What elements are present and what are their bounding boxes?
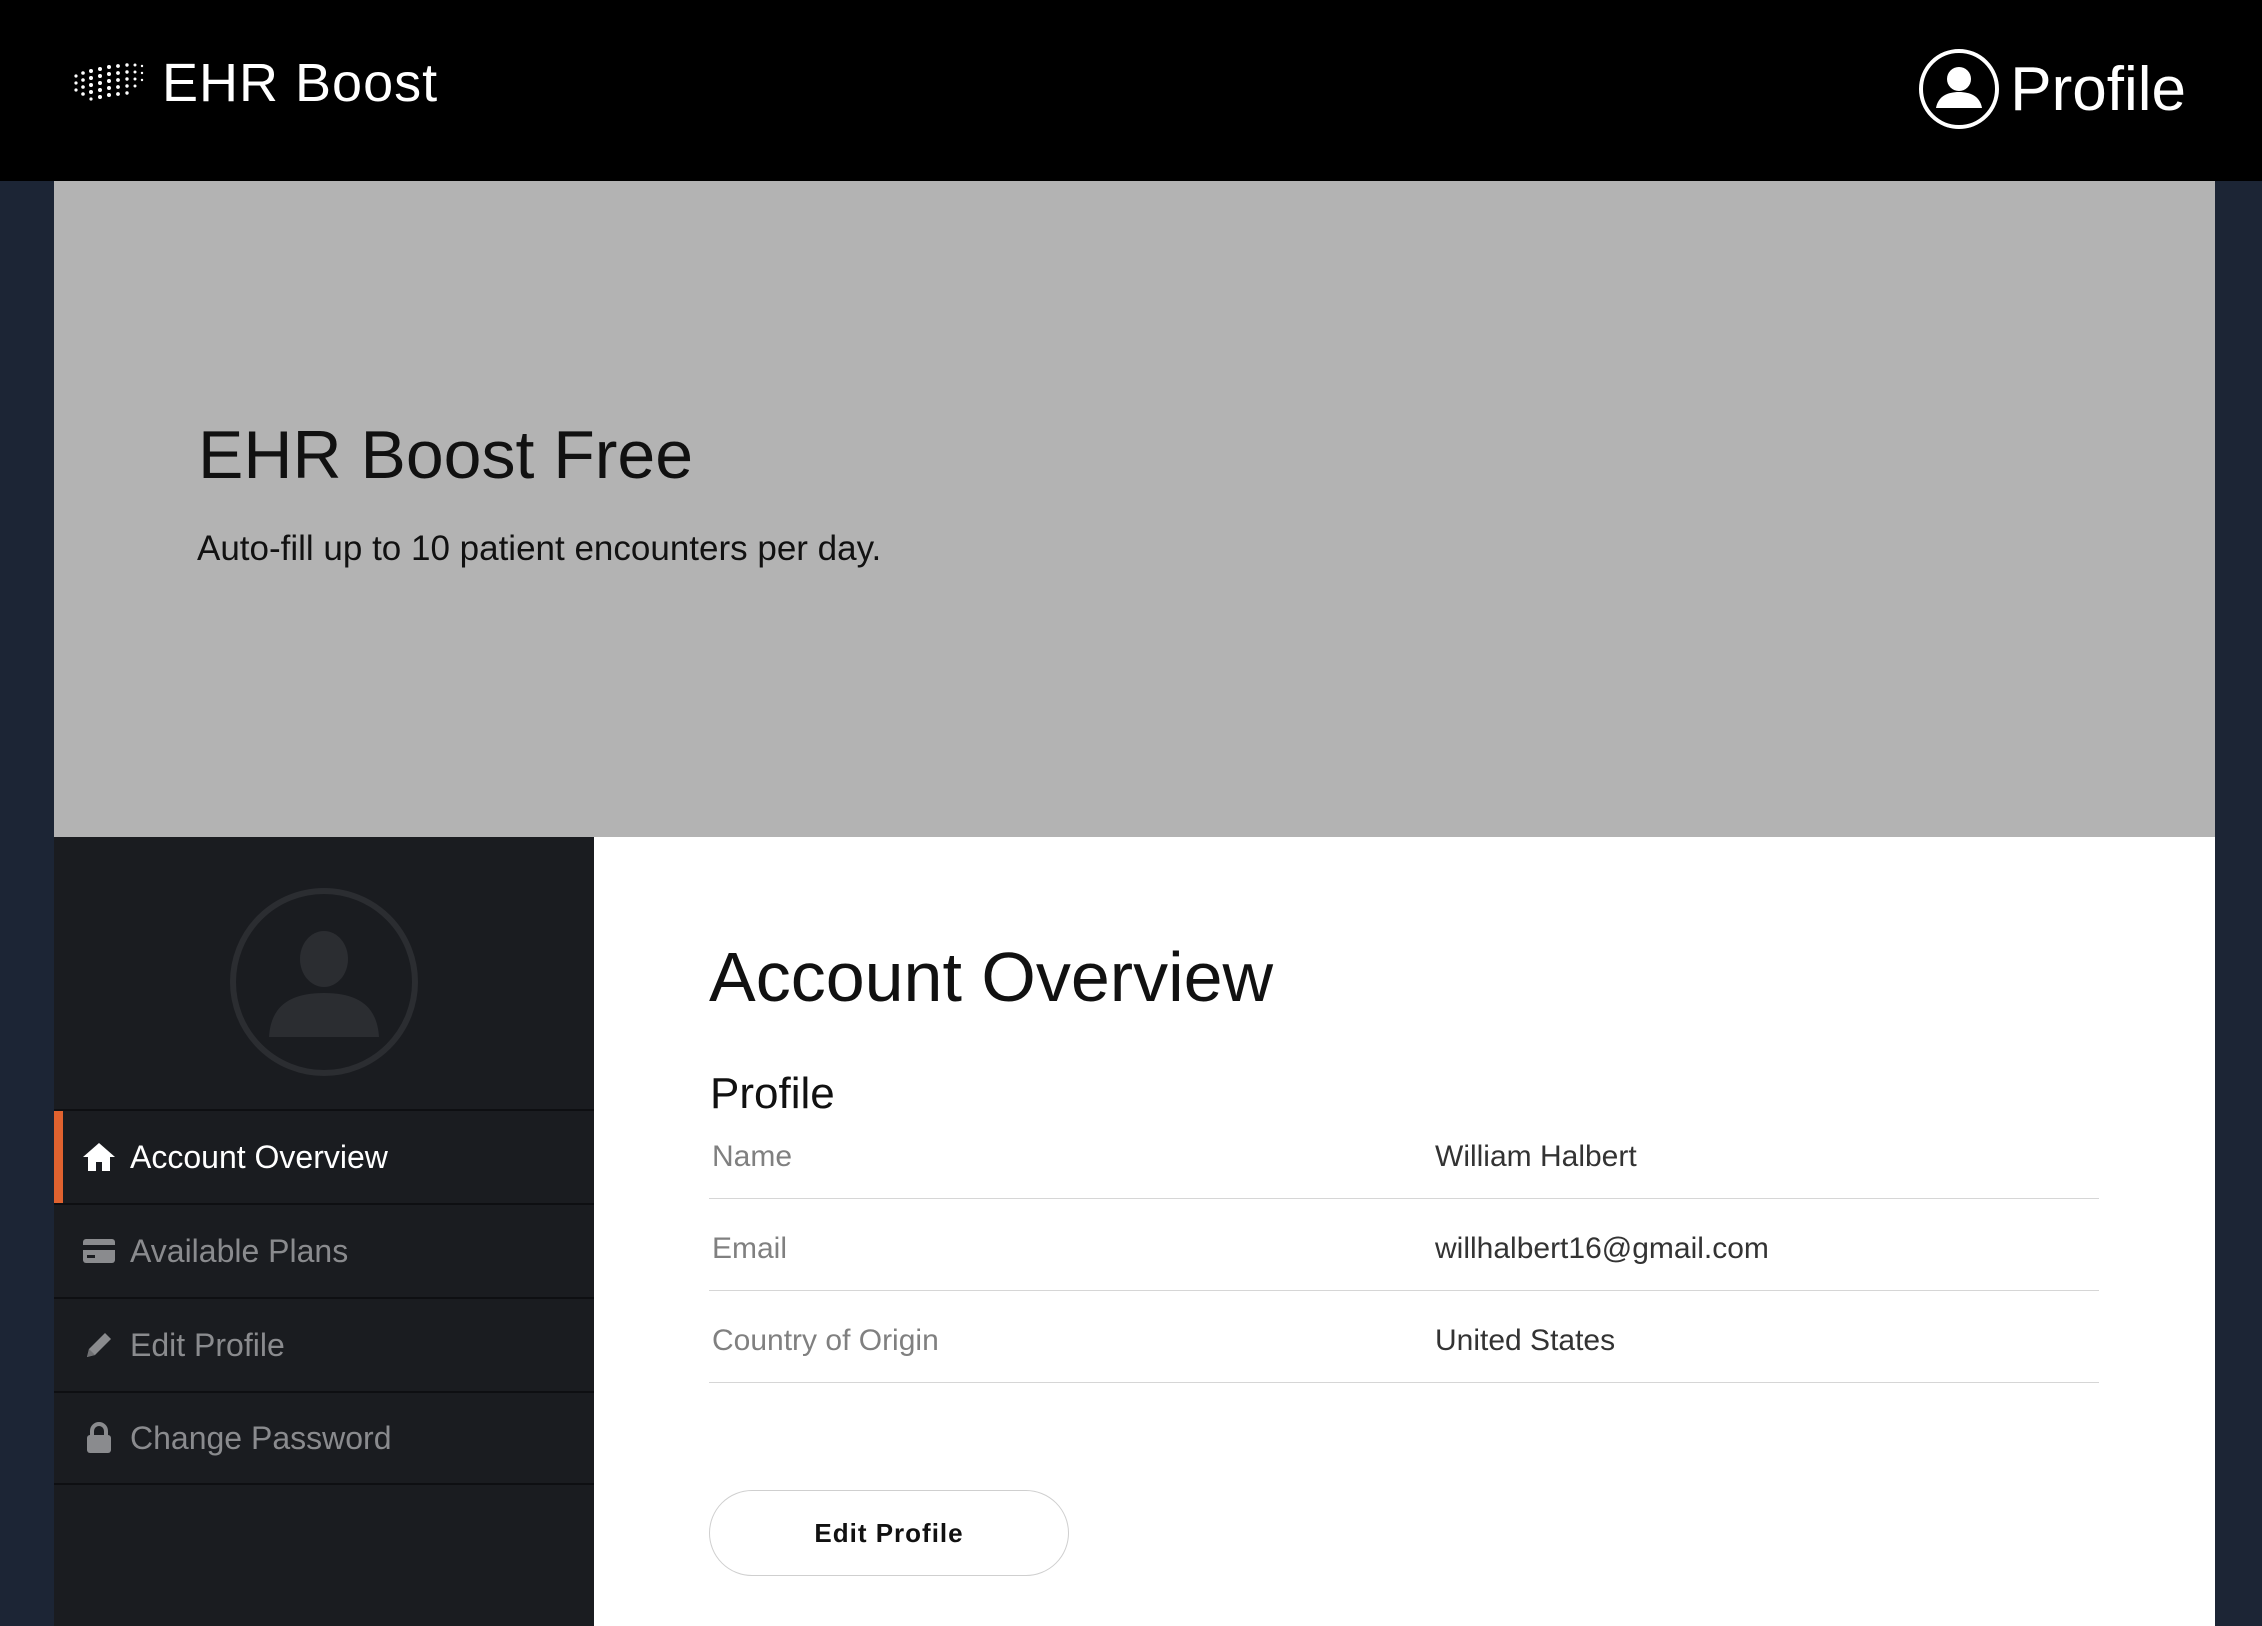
sidebar-item-edit-profile[interactable]: Edit Profile [54,1297,594,1391]
sidebar-nav: Account Overview Available Plans Edit Pr… [54,1109,594,1485]
country-value: United States [1435,1324,1616,1357]
name-label: Name [712,1140,793,1173]
home-icon [82,1140,116,1174]
top-navigation-bar: EHR Boost Profile [0,0,2262,181]
sidebar-item-label: Account Overview [130,1138,388,1175]
sidebar-item-account-overview[interactable]: Account Overview [54,1109,594,1203]
sidebar-item-available-plans[interactable]: Available Plans [54,1203,594,1297]
table-row: Name William Halbert [709,1107,2099,1199]
name-value: William Halbert [1435,1140,1637,1173]
account-sidebar: Account Overview Available Plans Edit Pr… [54,837,594,1626]
sidebar-item-label: Available Plans [130,1232,349,1269]
account-card: EHR Boost Free Auto-fill up to 10 patien… [54,181,2215,1626]
brand-name: EHR Boost [162,53,439,113]
user-circle-icon [1919,49,2000,129]
profile-link[interactable]: Profile [1918,46,2186,132]
brand[interactable]: EHR Boost [70,48,438,118]
table-row: Country of Origin United States [709,1291,2099,1383]
profile-label: Profile [2010,54,2186,124]
wave-grid-logo-icon [74,63,144,101]
sidebar-item-change-password[interactable]: Change Password [54,1391,594,1485]
plan-hero-banner: EHR Boost Free Auto-fill up to 10 patien… [54,181,2215,837]
plan-title: EHR Boost Free [198,417,694,493]
credit-card-icon [82,1234,116,1268]
edit-profile-button[interactable]: Edit Profile [709,1490,1069,1576]
plan-description: Auto-fill up to 10 patient encounters pe… [197,529,882,568]
country-label: Country of Origin [712,1324,939,1357]
table-row: Email willhalbert16@gmail.com [709,1199,2099,1291]
lock-icon [82,1421,116,1455]
profile-details-table: Name William Halbert Email willhalbert16… [709,1107,2099,1383]
pencil-icon [82,1328,116,1362]
sidebar-item-label: Edit Profile [130,1326,285,1363]
page-title: Account Overview [709,938,1274,1016]
email-label: Email [712,1232,788,1265]
email-value: willhalbert16@gmail.com [1435,1232,1769,1265]
sidebar-item-label: Change Password [130,1419,392,1456]
avatar [230,888,418,1076]
